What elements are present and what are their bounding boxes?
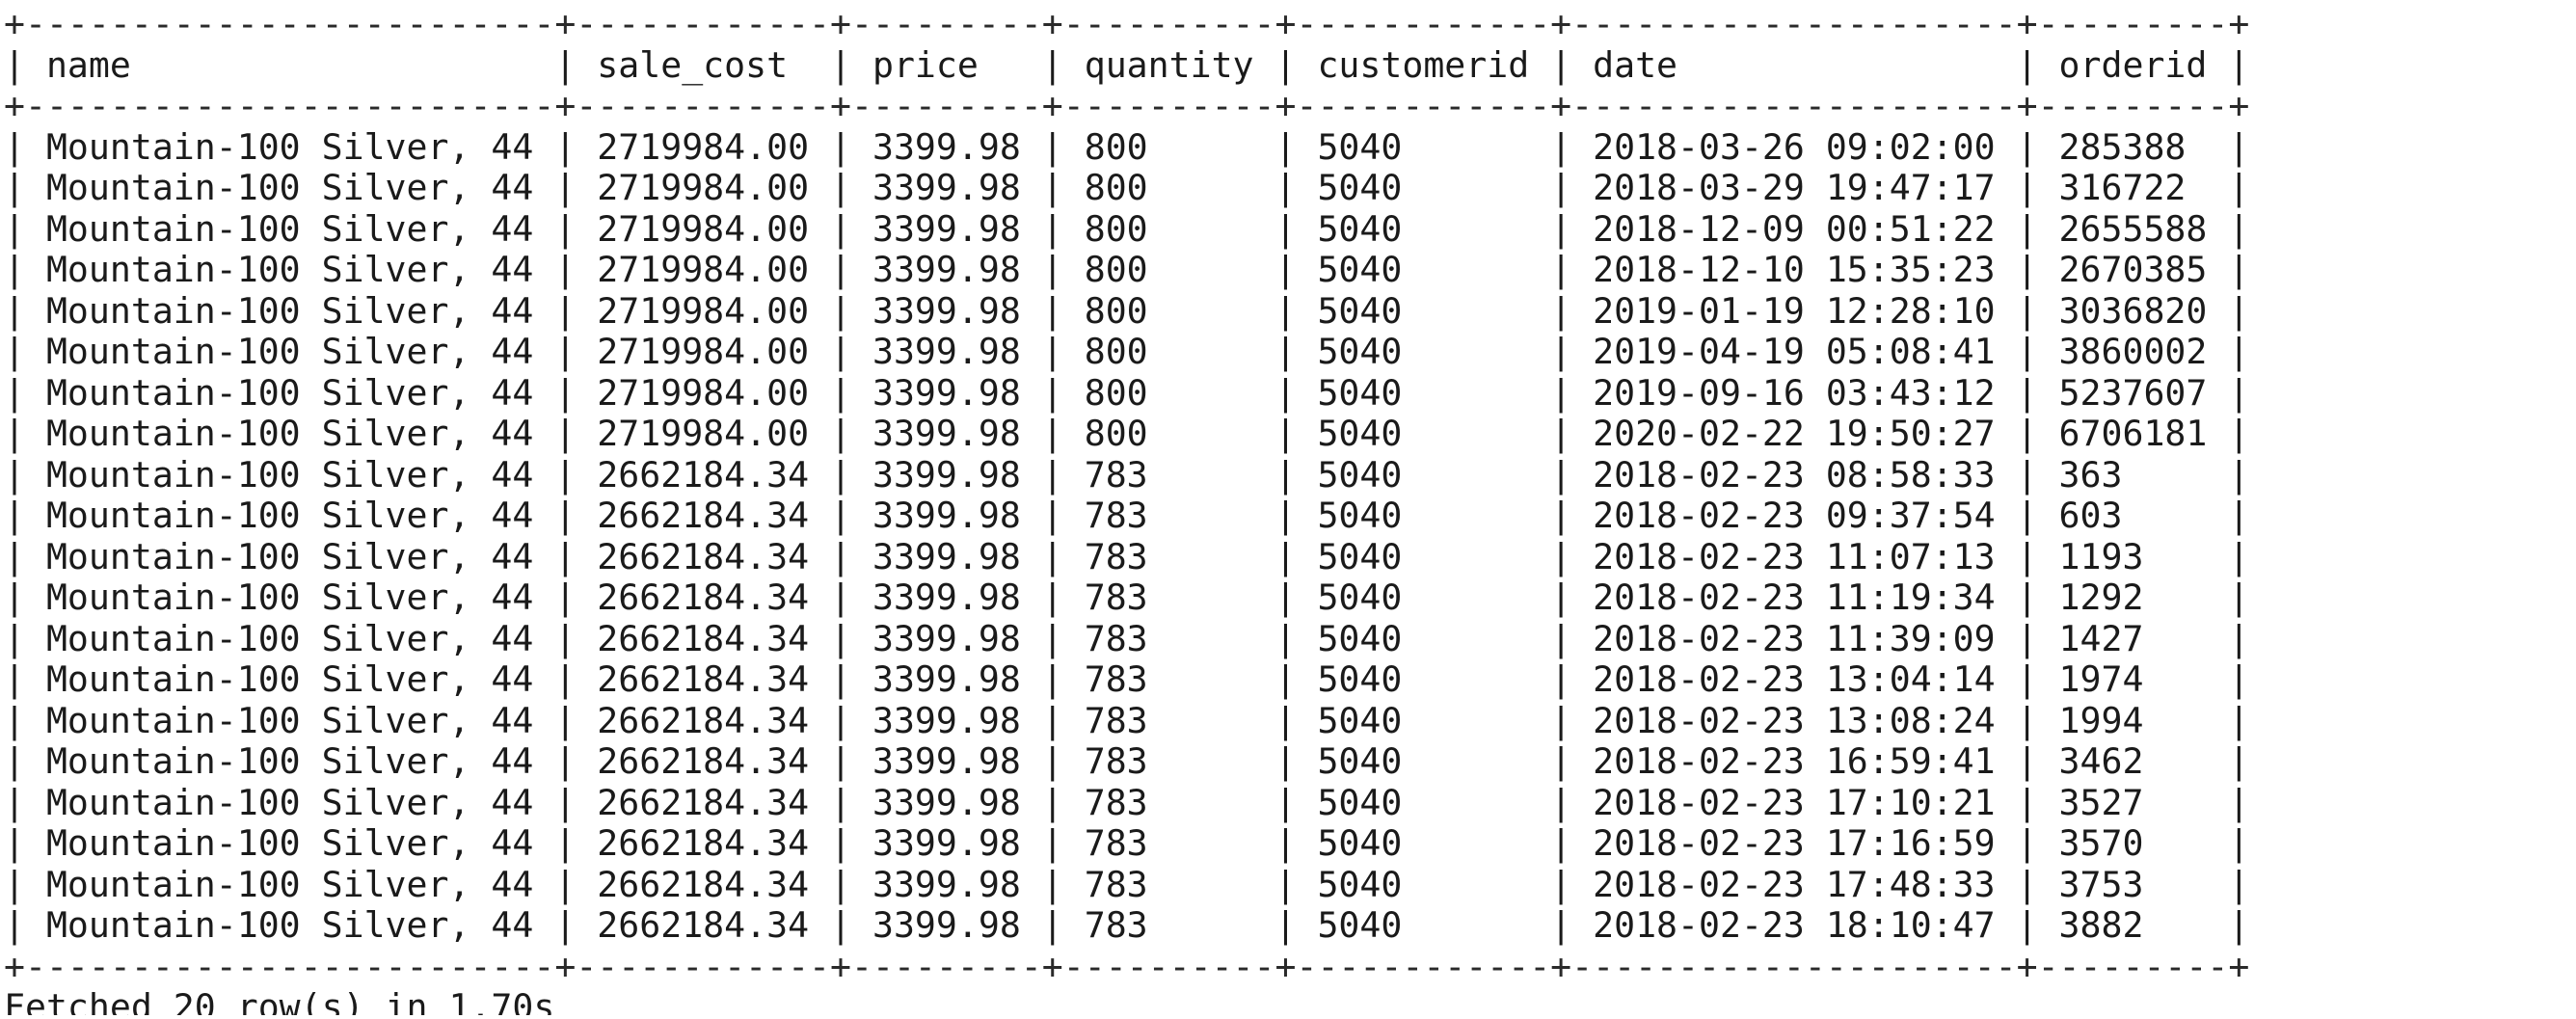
table-border-top: +-------------------------+------------+… [4, 4, 2250, 44]
table-row: | Mountain-100 Silver, 44 | 2662184.34 |… [4, 535, 2250, 577]
table-header-row: | name | sale_cost | price | quantity | … [4, 43, 2250, 86]
terminal-output: +-------------------------+------------+… [4, 4, 2572, 1015]
table-body: | Mountain-100 Silver, 44 | 2719984.00 |… [4, 125, 2572, 947]
table-row: | Mountain-100 Silver, 44 | 2719984.00 |… [4, 371, 2250, 414]
table-row: | Mountain-100 Silver, 44 | 2662184.34 |… [4, 781, 2250, 823]
table-row: | Mountain-100 Silver, 44 | 2719984.00 |… [4, 249, 2250, 290]
table-row: | Mountain-100 Silver, 44 | 2719984.00 |… [4, 289, 2250, 332]
table-row: | Mountain-100 Silver, 44 | 2662184.34 |… [4, 617, 2250, 659]
table-row: | Mountain-100 Silver, 44 | 2662184.34 |… [4, 863, 2250, 905]
table-row: | Mountain-100 Silver, 44 | 2662184.34 |… [4, 904, 2250, 946]
table-row: | Mountain-100 Silver, 44 | 2719984.00 |… [4, 413, 2250, 454]
table-border-bottom: +-------------------------+------------+… [4, 945, 2250, 987]
table-row: | Mountain-100 Silver, 44 | 2719984.00 |… [4, 125, 2250, 168]
table-row: | Mountain-100 Silver, 44 | 2662184.34 |… [4, 495, 2250, 536]
table-row: | Mountain-100 Silver, 44 | 2662184.34 |… [4, 577, 2250, 618]
table-row: | Mountain-100 Silver, 44 | 2662184.34 |… [4, 699, 2250, 741]
table-row: | Mountain-100 Silver, 44 | 2719984.00 |… [4, 207, 2250, 250]
table-row: | Mountain-100 Silver, 44 | 2719984.00 |… [4, 167, 2250, 208]
table-row: | Mountain-100 Silver, 44 | 2662184.34 |… [4, 658, 2250, 700]
table-row: | Mountain-100 Silver, 44 | 2719984.00 |… [4, 331, 2250, 372]
table-header-separator: +-------------------------+------------+… [4, 85, 2250, 126]
table-row: | Mountain-100 Silver, 44 | 2662184.34 |… [4, 822, 2250, 864]
query-status: Fetched 20 row(s) in 1.70s [4, 986, 555, 1015]
table-row: | Mountain-100 Silver, 44 | 2662184.34 |… [4, 453, 2250, 496]
table-row: | Mountain-100 Silver, 44 | 2662184.34 |… [4, 740, 2250, 782]
